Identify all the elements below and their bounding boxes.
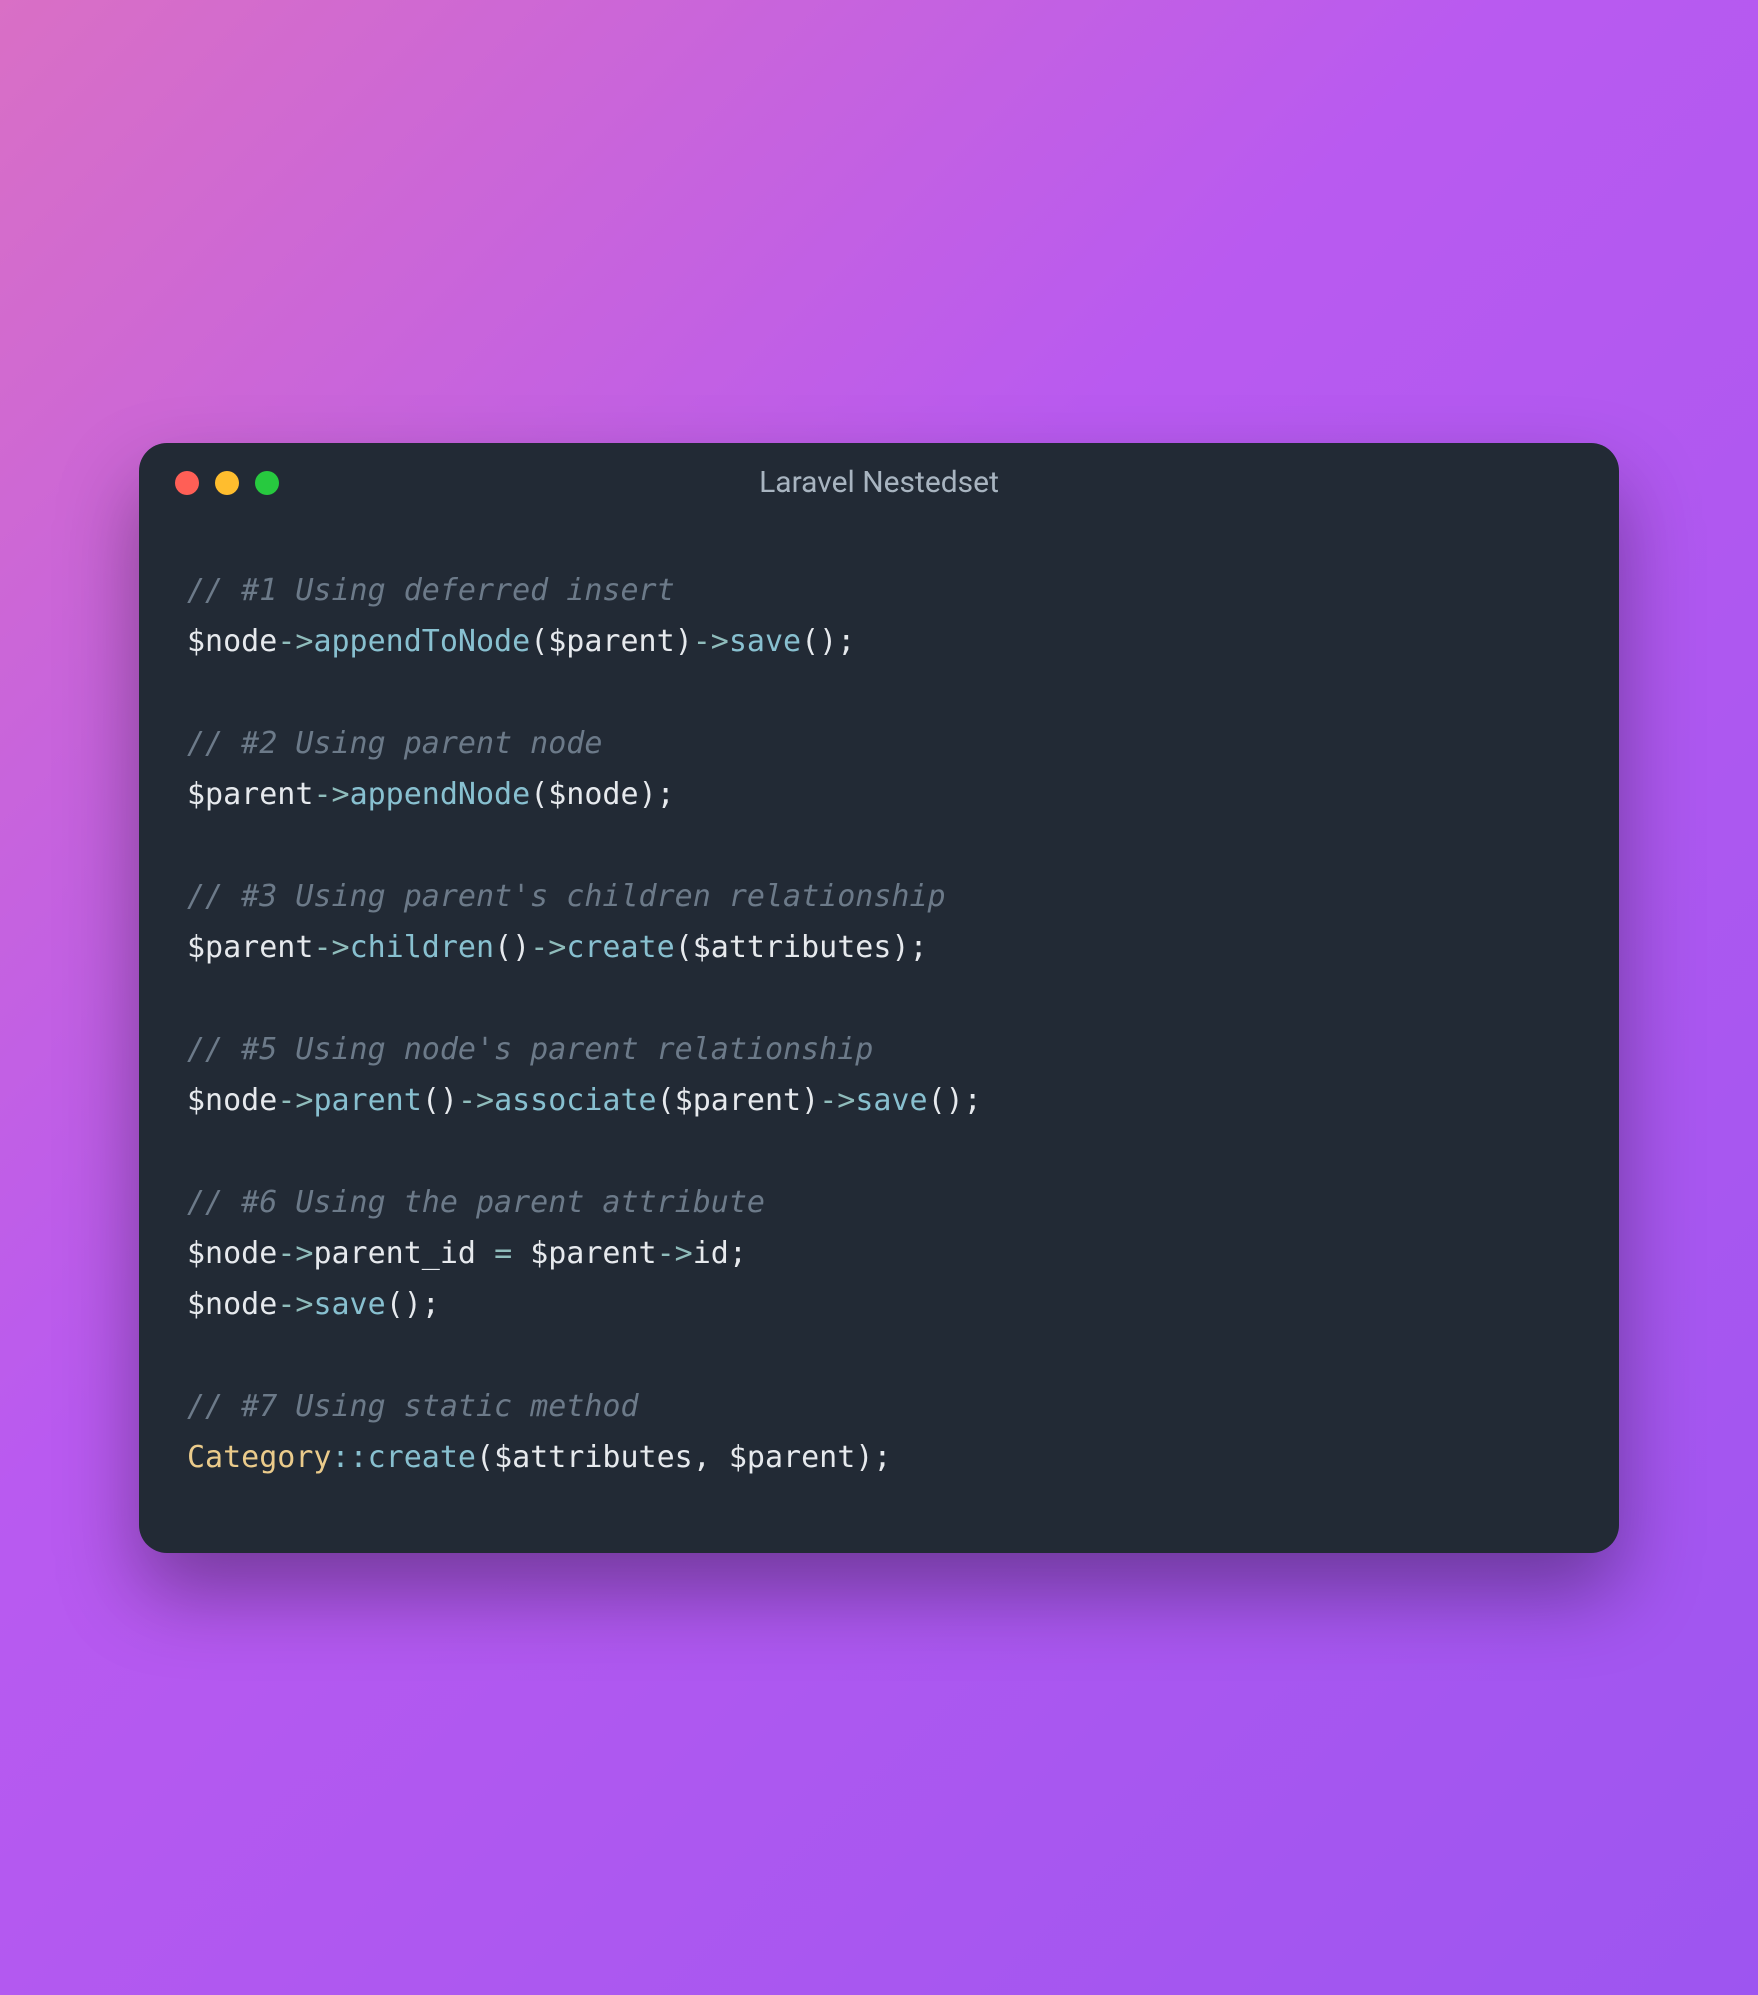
code-token: ->: [277, 1236, 313, 1271]
code-token: ->: [313, 930, 349, 965]
code-line: // #2 Using parent node: [187, 718, 1571, 769]
code-token: (: [530, 777, 548, 812]
code-token: ->: [657, 1236, 693, 1271]
code-token: $parent: [675, 1083, 801, 1118]
code-token: associate: [494, 1083, 657, 1118]
code-token: id: [693, 1236, 729, 1271]
code-token: (): [494, 930, 530, 965]
code-comment: // #7 Using static method: [187, 1389, 639, 1424]
code-area: // #1 Using deferred insert$node->append…: [139, 505, 1619, 1553]
code-line: // #3 Using parent's children relationsh…: [187, 871, 1571, 922]
code-line: $node->save();: [187, 1279, 1571, 1330]
window-title: Laravel Nestedset: [139, 465, 1619, 500]
code-line: // #1 Using deferred insert: [187, 565, 1571, 616]
code-line: // #7 Using static method: [187, 1381, 1571, 1432]
code-token: ();: [801, 624, 855, 659]
code-token: $node: [548, 777, 638, 812]
code-token: save: [855, 1083, 927, 1118]
code-token: ,: [693, 1440, 729, 1475]
code-line: Category::create($attributes, $parent);: [187, 1432, 1571, 1483]
code-token: save: [313, 1287, 385, 1322]
traffic-lights: [175, 471, 279, 495]
code-line: [187, 1126, 1571, 1177]
code-token: $parent: [530, 1236, 656, 1271]
code-token: ->: [277, 1083, 313, 1118]
code-token: appendToNode: [313, 624, 530, 659]
code-token: parent: [313, 1083, 421, 1118]
code-comment: // #5 Using node's parent relationship: [187, 1032, 873, 1067]
code-token: ->: [277, 1287, 313, 1322]
code-token: $node: [187, 624, 277, 659]
code-line: $node->parent_id = $parent->id;: [187, 1228, 1571, 1279]
code-line: [187, 1330, 1571, 1381]
code-token: (: [530, 624, 548, 659]
code-token: $parent: [548, 624, 674, 659]
window-titlebar: Laravel Nestedset: [139, 443, 1619, 505]
code-token: =: [494, 1236, 530, 1271]
code-token: ->: [819, 1083, 855, 1118]
code-line: $parent->appendNode($node);: [187, 769, 1571, 820]
code-token: ->: [313, 777, 349, 812]
code-line: [187, 667, 1571, 718]
code-line: // #6 Using the parent attribute: [187, 1177, 1571, 1228]
code-token: ();: [928, 1083, 982, 1118]
code-token: (: [476, 1440, 494, 1475]
close-icon[interactable]: [175, 471, 199, 495]
code-token: ::: [332, 1440, 368, 1475]
code-comment: // #2 Using parent node: [187, 726, 602, 761]
code-comment: // #3 Using parent's children relationsh…: [187, 879, 946, 914]
code-token: ;: [729, 1236, 747, 1271]
code-token: appendNode: [350, 777, 531, 812]
code-token: parent_id: [313, 1236, 494, 1271]
code-window: Laravel Nestedset // #1 Using deferred i…: [139, 443, 1619, 1553]
code-line: [187, 973, 1571, 1024]
code-token: ): [675, 624, 693, 659]
code-line: $parent->children()->create($attributes)…: [187, 922, 1571, 973]
minimize-icon[interactable]: [215, 471, 239, 495]
code-token: $parent: [187, 930, 313, 965]
code-token: (): [422, 1083, 458, 1118]
code-token: ->: [693, 624, 729, 659]
code-token: );: [855, 1440, 891, 1475]
code-token: $node: [187, 1083, 277, 1118]
code-comment: // #6 Using the parent attribute: [187, 1185, 765, 1220]
code-token: $node: [187, 1287, 277, 1322]
code-token: ();: [386, 1287, 440, 1322]
code-token: );: [891, 930, 927, 965]
code-token: $attributes: [494, 1440, 693, 1475]
code-token: Category: [187, 1440, 332, 1475]
code-token: (: [675, 930, 693, 965]
code-token: ->: [530, 930, 566, 965]
code-token: $node: [187, 1236, 277, 1271]
code-line: [187, 820, 1571, 871]
code-line: $node->appendToNode($parent)->save();: [187, 616, 1571, 667]
code-token: create: [368, 1440, 476, 1475]
code-token: ): [801, 1083, 819, 1118]
code-comment: // #1 Using deferred insert: [187, 573, 675, 608]
code-token: $attributes: [693, 930, 892, 965]
code-token: ->: [458, 1083, 494, 1118]
code-token: (: [657, 1083, 675, 1118]
code-token: $parent: [729, 1440, 855, 1475]
code-token: ->: [277, 624, 313, 659]
maximize-icon[interactable]: [255, 471, 279, 495]
code-line: // #5 Using node's parent relationship: [187, 1024, 1571, 1075]
code-line: $node->parent()->associate($parent)->sav…: [187, 1075, 1571, 1126]
code-token: );: [639, 777, 675, 812]
code-token: save: [729, 624, 801, 659]
code-token: $parent: [187, 777, 313, 812]
code-token: children: [350, 930, 495, 965]
code-token: create: [566, 930, 674, 965]
